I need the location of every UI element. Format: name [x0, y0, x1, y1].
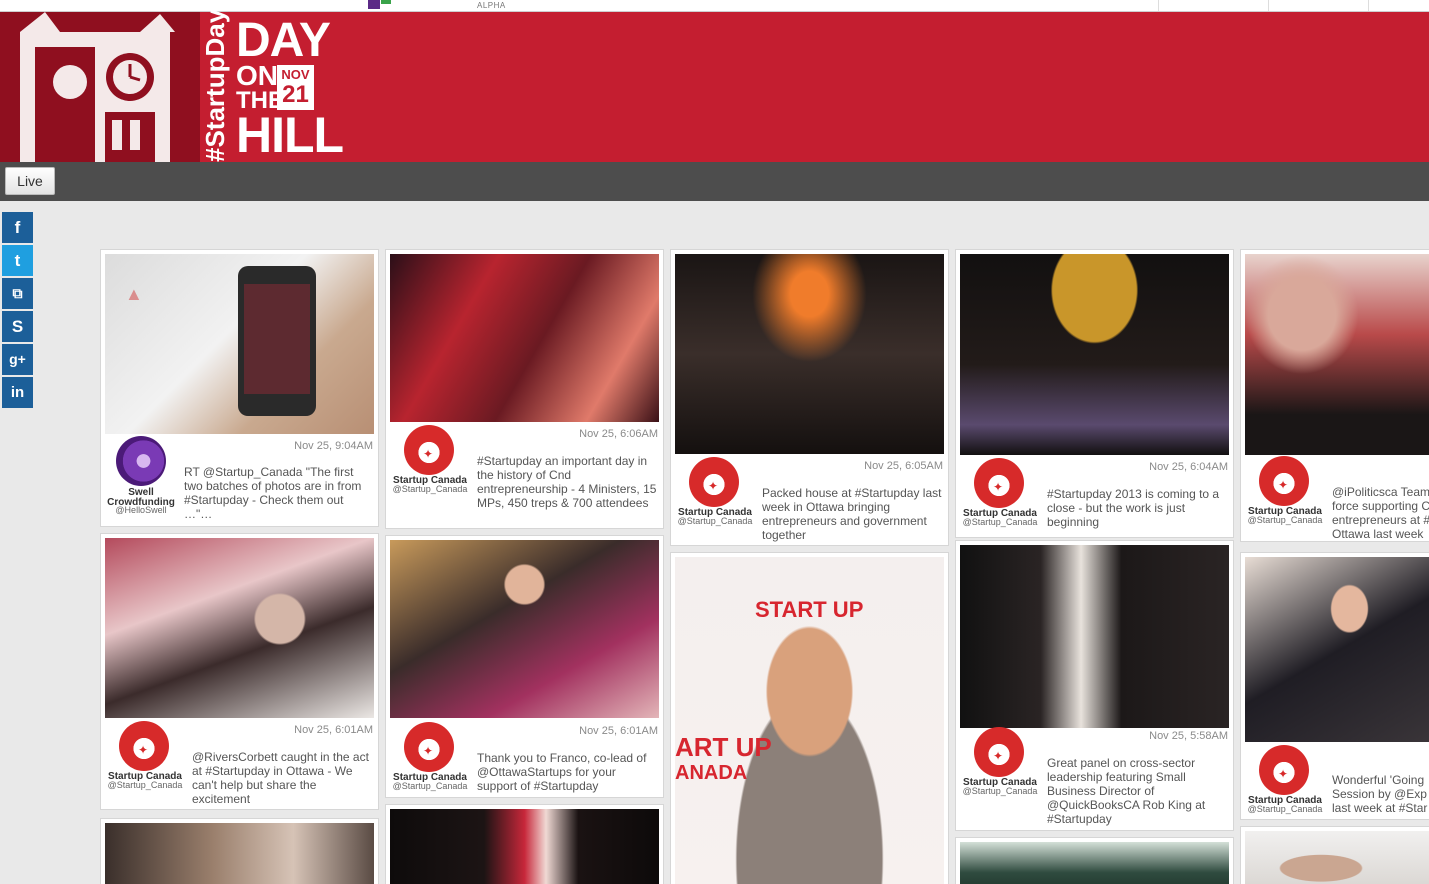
post-photo[interactable]: START UP ART UP ANADA	[675, 557, 944, 884]
post-timestamp: Nov 25, 5:58AM	[1149, 730, 1228, 742]
post-timestamp: Nov 25, 6:01AM	[294, 724, 373, 736]
post-photo[interactable]	[390, 540, 659, 718]
app-logo-accent	[381, 0, 391, 4]
post-text: RT @Startup_Canada "The first two batche…	[184, 465, 362, 521]
event-banner: #StartupDay DAY ON THE HILL NOV 21	[0, 8, 1429, 163]
peace-tower-illustration	[0, 12, 200, 162]
post-photo[interactable]	[960, 254, 1229, 455]
phone-screen	[244, 284, 310, 394]
post-photo[interactable]	[390, 809, 659, 884]
stumbleupon-icon[interactable]: S	[2, 311, 33, 342]
post-photo[interactable]	[105, 538, 374, 718]
event-date-day: 21	[282, 81, 309, 108]
toolbar-divider	[1268, 0, 1269, 11]
user-handle[interactable]: @Startup_Canada	[103, 781, 187, 790]
post-card[interactable]: Nov 25, 5:58AM Startup Canada @Startup_C…	[955, 540, 1234, 831]
post-photo[interactable]	[1245, 557, 1429, 742]
post-text: Wonderful 'Going Session by @Exp last we…	[1332, 773, 1428, 815]
post-card[interactable]	[385, 804, 664, 884]
post-text: Packed house at #Startupday last week in…	[762, 486, 942, 542]
user-handle[interactable]: @HelloSwell	[101, 506, 183, 515]
phone-shape	[238, 266, 316, 416]
user-avatar[interactable]	[119, 721, 169, 771]
title-day: DAY	[236, 14, 331, 67]
post-photo[interactable]	[105, 823, 374, 884]
user-handle[interactable]: @Startup_Canada	[958, 518, 1042, 527]
post-timestamp: Nov 25, 6:01AM	[579, 725, 658, 737]
user-avatar[interactable]	[1259, 745, 1309, 795]
event-hashtag: #StartupDay	[200, 8, 230, 162]
facebook-icon[interactable]: f	[2, 212, 33, 243]
post-card[interactable]	[1240, 826, 1429, 884]
post-text: @iPoliticsca Team force supporting C ent…	[1332, 485, 1429, 541]
post-photo[interactable]: ▲	[105, 254, 374, 434]
post-card[interactable]: Nov 25, 6:01AM Startup Canada @Startup_C…	[100, 533, 379, 810]
post-timestamp: Nov 25, 9:04AM	[294, 440, 373, 452]
post-card[interactable]: Nov 25, 6:06AM Startup Canada @Startup_C…	[385, 249, 664, 529]
post-card[interactable]: START UP ART UP ANADA	[670, 552, 949, 884]
post-photo[interactable]	[960, 842, 1229, 884]
app-logo-icon[interactable]	[368, 0, 380, 9]
post-card[interactable]: Startup Canada @Startup_Canada @iPolitic…	[1240, 249, 1429, 542]
user-handle[interactable]: @Startup_Canada	[388, 782, 472, 791]
post-photo[interactable]	[390, 254, 659, 422]
post-timestamp: Nov 25, 6:05AM	[864, 460, 943, 472]
post-timestamp: Nov 25, 6:04AM	[1149, 461, 1228, 473]
title-hill: HILL	[236, 107, 344, 163]
title-on: ON	[236, 60, 278, 91]
post-text: Thank you to Franco, co-lead of @OttawaS…	[477, 751, 647, 793]
post-photo[interactable]	[1245, 831, 1429, 884]
user-handle[interactable]: @Startup_Canada	[1243, 805, 1327, 814]
post-photo[interactable]	[675, 254, 944, 454]
event-date-month: NOV	[281, 67, 310, 82]
alpha-label: ALPHA	[477, 1, 506, 10]
share-sidebar: f t ⧉ S g+ in	[2, 212, 33, 410]
linkedin-icon[interactable]: in	[2, 377, 33, 408]
user-handle[interactable]: @Startup_Canada	[1243, 516, 1327, 525]
nav-bar: Live	[0, 162, 1429, 201]
post-card[interactable]: Nov 25, 6:05AM Startup Canada @Startup_C…	[670, 249, 949, 546]
post-photo[interactable]	[960, 545, 1229, 728]
post-card[interactable]	[955, 837, 1234, 884]
post-card[interactable]: Nov 25, 6:01AM Startup Canada @Startup_C…	[385, 535, 664, 798]
post-card[interactable]: ▲ Nov 25, 9:04AM Swell Crowdfunding @Hel…	[100, 249, 379, 527]
user-avatar[interactable]	[974, 458, 1024, 508]
user-avatar[interactable]	[404, 722, 454, 772]
googleplus-icon[interactable]: g+	[2, 344, 33, 375]
post-timestamp: Nov 25, 6:06AM	[579, 428, 658, 440]
user-handle[interactable]: @Startup_Canada	[388, 485, 472, 494]
event-date-badge: NOV 21	[277, 65, 314, 110]
twitter-icon[interactable]: t	[2, 245, 33, 276]
post-card[interactable]: Nov 25, 6:04AM Startup Canada @Startup_C…	[955, 249, 1234, 538]
user-avatar[interactable]	[404, 425, 454, 475]
post-text: @RiversCorbett caught in the act at #Sta…	[192, 750, 369, 806]
user-handle[interactable]: @Startup_Canada	[958, 787, 1042, 796]
post-card[interactable]	[100, 818, 379, 884]
post-text: Great panel on cross-sector leadership f…	[1047, 756, 1206, 826]
post-text: #Startupday 2013 is coming to a close - …	[1047, 487, 1220, 529]
toolbar-divider	[1368, 0, 1369, 11]
delicious-icon[interactable]: ⧉	[2, 278, 33, 309]
toolbar-divider	[1158, 0, 1159, 11]
post-text: #Startupday an important day in the hist…	[477, 454, 657, 510]
post-card[interactable]: Startup Canada @Startup_Canada Wonderful…	[1240, 552, 1429, 820]
user-avatar[interactable]	[974, 727, 1024, 777]
user-avatar[interactable]	[116, 436, 166, 486]
live-button[interactable]: Live	[5, 167, 55, 195]
user-avatar[interactable]	[689, 457, 739, 507]
user-avatar[interactable]	[1259, 456, 1309, 506]
post-photo[interactable]	[1245, 254, 1429, 455]
user-handle[interactable]: @Startup_Canada	[673, 517, 757, 526]
